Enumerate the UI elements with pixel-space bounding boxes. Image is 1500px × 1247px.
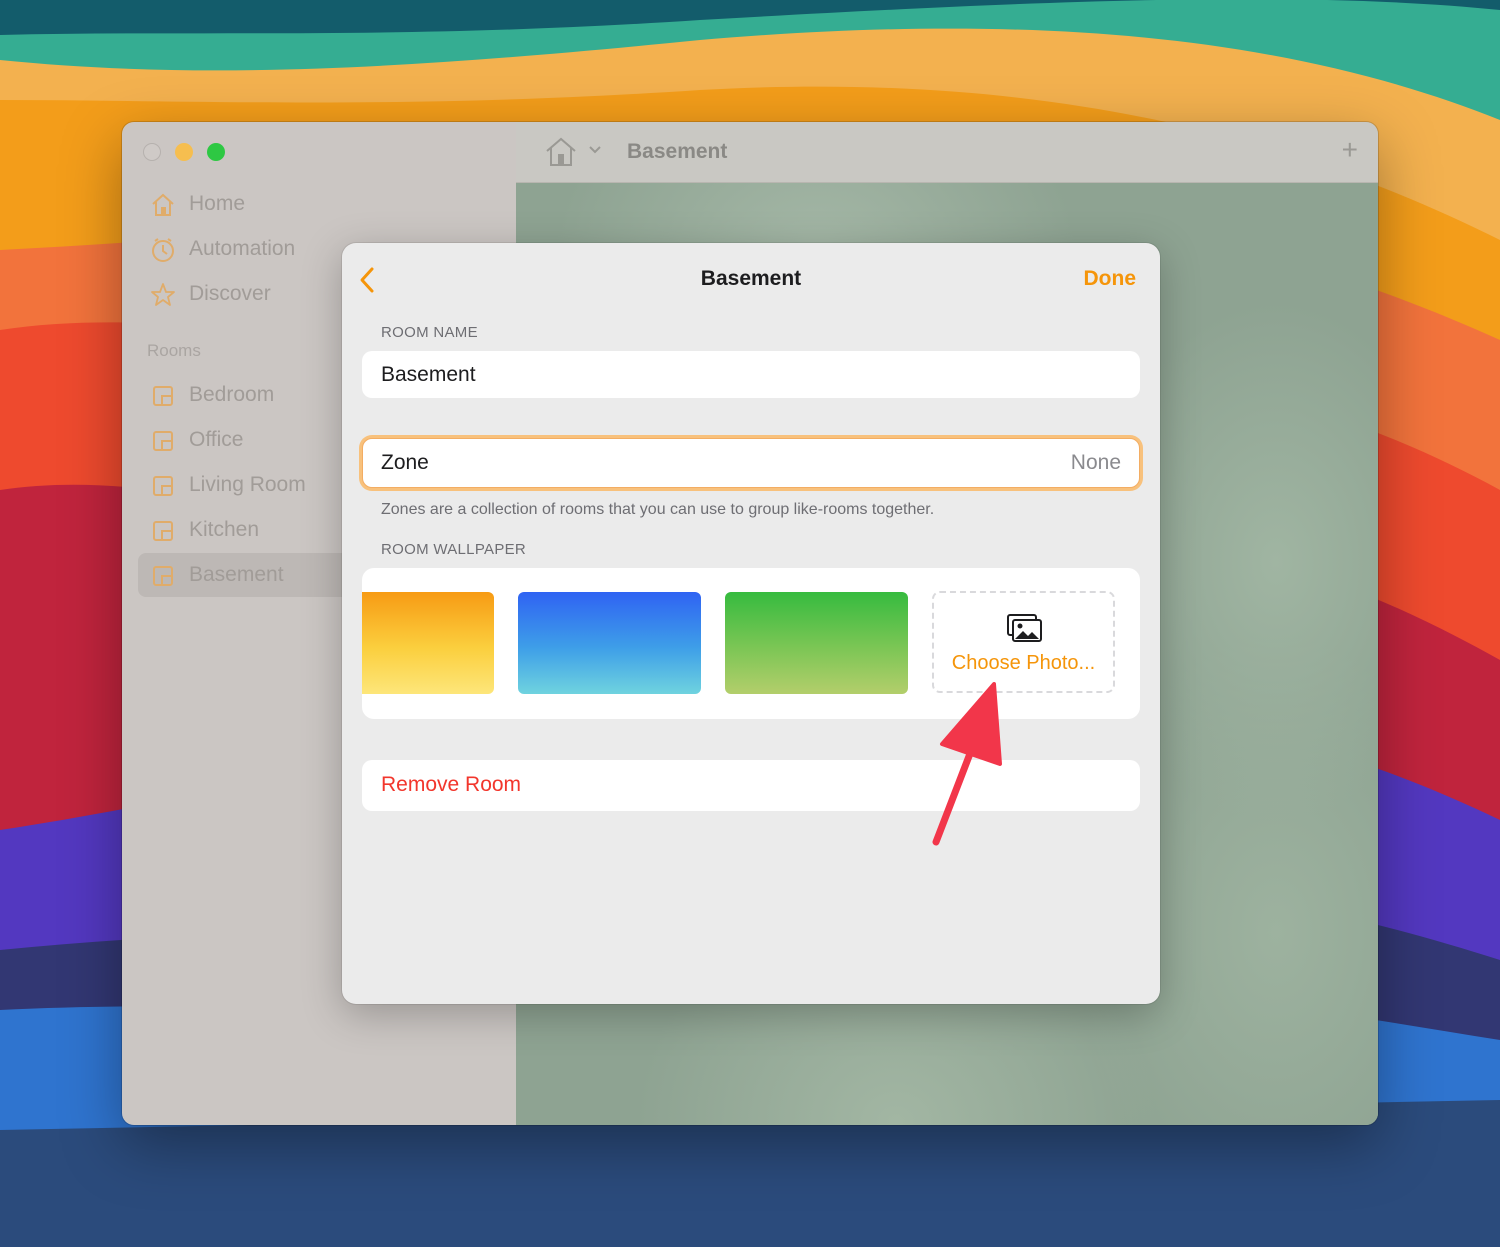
- wallpaper-swatch-orange[interactable]: [362, 592, 494, 694]
- sidebar-item-label: Living Room: [189, 473, 306, 496]
- wallpaper-swatch-blue[interactable]: [518, 592, 701, 694]
- wallpaper-picker: Choose Photo...: [362, 568, 1140, 719]
- zoom-window-button[interactable]: [207, 143, 225, 161]
- room-icon: [153, 386, 173, 406]
- room-icon: [153, 476, 173, 496]
- annotation-arrow: [932, 682, 1002, 846]
- room-name-value: Basement: [381, 363, 476, 386]
- choose-photo-label: Choose Photo...: [951, 652, 1096, 674]
- minimize-window-button[interactable]: [175, 143, 193, 161]
- sidebar-item-label: Discover: [189, 282, 271, 305]
- zone-row[interactable]: Zone None: [362, 438, 1140, 488]
- room-icon: [153, 521, 173, 541]
- sheet-title: Basement: [700, 267, 802, 290]
- add-icon[interactable]: +: [1342, 134, 1358, 166]
- remove-room-button[interactable]: Remove Room: [362, 760, 1140, 811]
- sidebar-item-label: Basement: [189, 563, 284, 586]
- room-name-field[interactable]: Basement: [362, 351, 1140, 398]
- zone-label: Zone: [381, 451, 429, 474]
- sidebar-item-label: Bedroom: [189, 383, 275, 406]
- zone-value: None: [1070, 451, 1121, 474]
- zone-helper-text: Zones are a collection of rooms that you…: [381, 501, 935, 518]
- room-name-section-label: ROOM NAME: [381, 324, 478, 341]
- done-button[interactable]: Done: [1084, 267, 1137, 291]
- sidebar-item-home[interactable]: Home: [138, 182, 392, 226]
- close-window-button[interactable]: [143, 143, 161, 161]
- home-menu-icon[interactable]: [544, 136, 578, 168]
- sidebar-item-label: Office: [189, 428, 244, 451]
- sidebar-item-label: Kitchen: [189, 518, 260, 541]
- room-settings-sheet: Basement Done ROOM NAME Basement Zone No…: [342, 243, 1160, 1004]
- toolbar: Basement +: [516, 122, 1378, 183]
- room-icon: [153, 431, 173, 451]
- room-wallpaper-section-label: ROOM WALLPAPER: [381, 541, 527, 558]
- rooms-section-header: Rooms: [147, 341, 201, 360]
- remove-room-label: Remove Room: [381, 773, 522, 796]
- toolbar-title: Basement: [627, 140, 728, 163]
- sidebar-item-basement[interactable]: Basement: [138, 553, 368, 597]
- clock-icon: [152, 238, 174, 262]
- house-icon: [152, 193, 174, 216]
- star-icon: [151, 283, 175, 306]
- photos-icon: [1007, 614, 1042, 642]
- choose-photo-button[interactable]: Choose Photo...: [932, 591, 1115, 693]
- room-icon: [153, 566, 173, 586]
- wallpaper-swatch-green[interactable]: [725, 592, 908, 694]
- chevron-down-icon[interactable]: [588, 144, 602, 156]
- sidebar-item-label: Home: [189, 192, 246, 215]
- sidebar-item-label: Automation: [189, 237, 296, 260]
